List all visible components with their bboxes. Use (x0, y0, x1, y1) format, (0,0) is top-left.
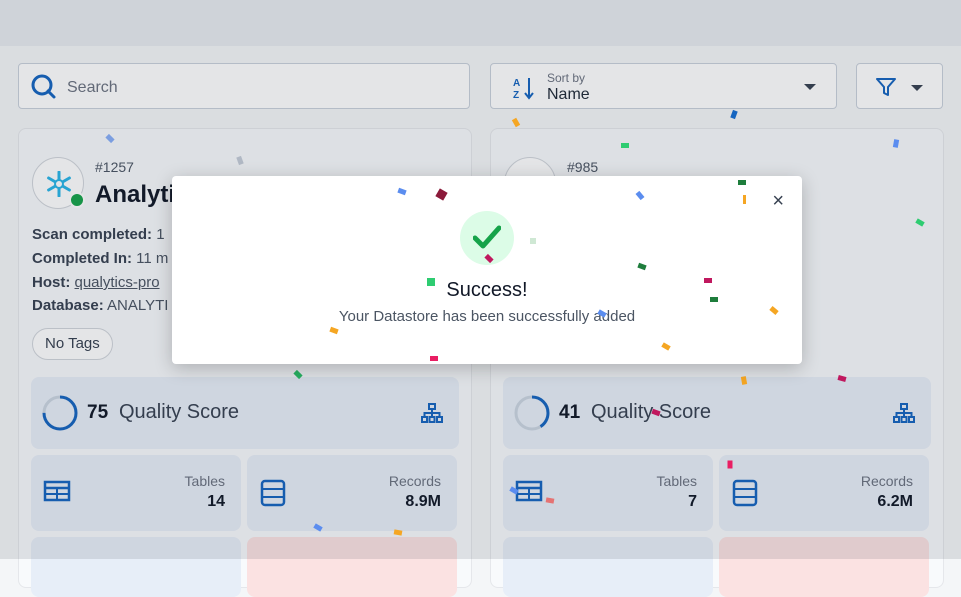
confetti-piece (329, 326, 339, 335)
confetti-piece (621, 143, 629, 148)
dialog-message: Your Datastore has been successfully add… (338, 308, 636, 325)
confetti-piece (704, 278, 712, 283)
confetti-piece (710, 297, 718, 302)
confetti-piece (637, 262, 647, 271)
confetti-piece (661, 342, 671, 351)
confetti-piece (427, 278, 435, 286)
confetti-piece (430, 356, 438, 361)
confetti-piece (530, 238, 536, 244)
close-icon[interactable]: × (772, 191, 784, 211)
confetti-piece (743, 195, 746, 204)
confetti-piece (435, 188, 448, 201)
confetti-piece (397, 187, 407, 196)
success-dialog: × Success! Your Datastore has been succe… (172, 176, 802, 364)
confetti-piece (635, 190, 645, 201)
confetti-piece (738, 180, 746, 185)
confetti-piece (727, 460, 733, 469)
